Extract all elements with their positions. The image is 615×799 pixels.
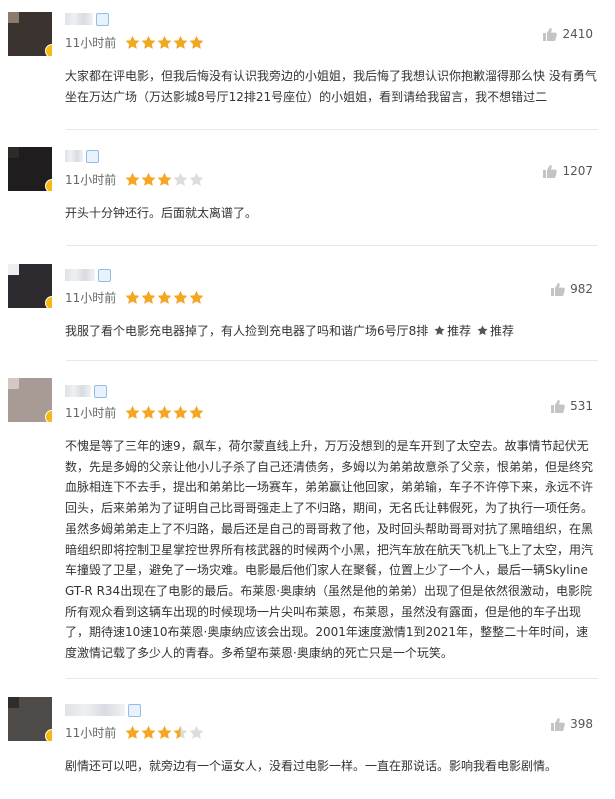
recommend-tag: 推荐 — [489, 324, 514, 338]
star-icon — [141, 35, 156, 49]
star-icon — [157, 290, 172, 304]
thumbs-up-icon — [551, 717, 565, 731]
username-blurred[interactable] — [65, 12, 109, 26]
like-count: 1207 — [562, 164, 593, 178]
star-icon — [157, 725, 172, 739]
star-icon — [125, 290, 140, 304]
star-icon — [173, 172, 188, 186]
like-button[interactable]: 531 — [551, 399, 593, 413]
rating-stars — [125, 725, 204, 740]
member-badge-icon — [128, 703, 141, 717]
review-text: 我服了看个电影充电器掉了，有人捡到充电器了吗和谐广场6号厅8排 推荐 推荐 — [65, 321, 600, 342]
divider — [66, 245, 598, 246]
star-icon — [189, 725, 204, 739]
like-button[interactable]: 1207 — [543, 164, 593, 178]
like-button[interactable]: 982 — [551, 282, 593, 296]
vip-badge-icon — [45, 410, 52, 422]
star-icon — [157, 172, 172, 186]
review-time: 11小时前 — [65, 726, 117, 740]
review-text: 剧情还可以吧，就旁边有一个逼女人，没看过电影一样。一直在那说话。影响我看电影剧情… — [65, 759, 558, 773]
star-icon — [141, 290, 156, 304]
username-blurred[interactable] — [65, 268, 111, 282]
recommend-star-icon — [477, 325, 488, 335]
star-icon — [125, 725, 140, 739]
star-icon — [189, 405, 204, 419]
review-time: 11小时前 — [65, 291, 117, 305]
review-time: 11小时前 — [65, 406, 117, 420]
like-count: 531 — [570, 399, 593, 413]
star-icon — [173, 405, 188, 419]
avatar[interactable] — [8, 147, 52, 191]
username-blurred[interactable] — [65, 384, 107, 398]
member-badge-icon — [96, 12, 109, 26]
star-icon — [141, 725, 156, 739]
vip-badge-icon — [45, 44, 52, 56]
rating-stars — [125, 290, 204, 305]
avatar[interactable] — [8, 264, 52, 308]
like-count: 982 — [570, 282, 593, 296]
vip-badge-icon — [45, 179, 52, 191]
star-icon — [157, 405, 172, 419]
recommend-star-icon — [434, 325, 445, 335]
username-blurred[interactable] — [65, 149, 99, 163]
review-list: { "reviews": [ { "time": "11小时前", "ratin… — [0, 0, 615, 799]
star-icon — [173, 35, 188, 49]
review-text: 开头十分钟还行。后面就太离谱了。 — [65, 206, 258, 220]
thumbs-up-icon — [543, 164, 558, 178]
star-icon — [141, 405, 156, 419]
review-text: 大家都在评电影，但我后悔没有认识我旁边的小姐姐，我后悔了我想认识你抱歉溜得那么快… — [65, 69, 597, 104]
like-button[interactable]: 2410 — [543, 27, 593, 41]
star-icon — [125, 35, 140, 49]
vip-badge-icon — [45, 729, 52, 741]
avatar[interactable] — [8, 378, 52, 422]
thumbs-up-icon — [543, 27, 558, 41]
avatar[interactable] — [8, 12, 52, 56]
rating-stars — [125, 172, 204, 187]
recommend-tag: 推荐 — [447, 324, 472, 338]
member-badge-icon — [94, 384, 107, 398]
divider — [66, 678, 598, 679]
star-icon — [173, 290, 188, 304]
rating-stars — [125, 35, 204, 50]
star-icon — [173, 725, 188, 739]
like-count: 2410 — [562, 27, 593, 41]
star-icon — [189, 172, 204, 186]
star-icon — [141, 172, 156, 186]
star-icon — [189, 35, 204, 49]
like-button[interactable]: 398 — [551, 717, 593, 731]
divider — [66, 129, 598, 130]
divider — [66, 360, 598, 361]
review-text-main: 我服了看个电影充电器掉了，有人捡到充电器了吗和谐广场6号厅8排 — [65, 324, 429, 338]
review-time: 11小时前 — [65, 173, 117, 187]
star-icon — [125, 405, 140, 419]
thumbs-up-icon — [551, 399, 565, 413]
rating-stars — [125, 405, 204, 420]
review-text: 不愧是等了三年的速9，飙车，荷尔蒙直线上升，万万没想到的是车开到了太空去。故事情… — [65, 439, 594, 661]
star-icon — [125, 172, 140, 186]
member-badge-icon — [98, 268, 111, 282]
review-time: 11小时前 — [65, 36, 117, 50]
like-count: 398 — [570, 717, 593, 731]
member-badge-icon — [86, 149, 99, 163]
username-blurred[interactable] — [65, 703, 141, 717]
star-icon — [189, 290, 204, 304]
thumbs-up-icon — [551, 282, 565, 296]
star-icon — [157, 35, 172, 49]
avatar[interactable] — [8, 697, 52, 741]
vip-badge-icon — [45, 296, 52, 308]
